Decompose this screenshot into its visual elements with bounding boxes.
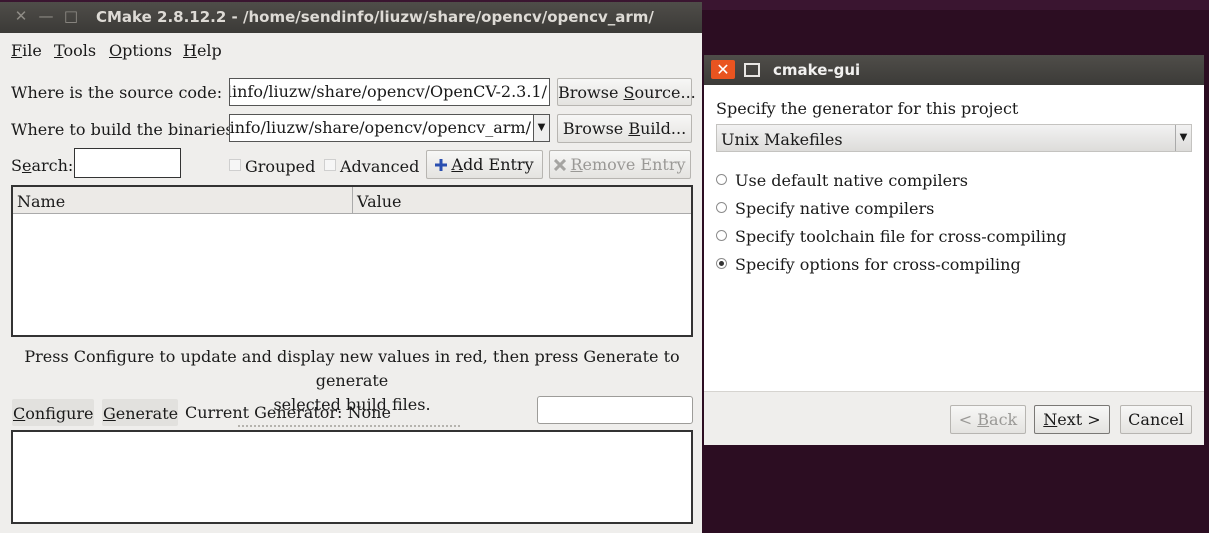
maximize-icon[interactable] [744,63,760,77]
browse-source-button[interactable]: Browse Source... [557,78,696,106]
source-label: Where is the source code: [11,83,223,102]
menu-options[interactable]: Options [109,41,172,60]
maximize-icon[interactable]: □ [63,8,79,24]
main-titlebar: ✕ — □ CMake 2.8.12.2 - /home/sendinfo/li… [0,2,702,33]
chevron-down-icon[interactable]: ▼ [533,114,550,142]
search-input[interactable] [74,148,181,178]
column-header-name[interactable]: Name [13,187,353,214]
add-entry-button[interactable]: Add Entry [426,150,543,179]
close-icon[interactable]: ✕ [711,60,735,79]
output-log[interactable] [11,430,693,524]
cmake-main-window: ✕ — □ CMake 2.8.12.2 - /home/sendinfo/li… [0,2,702,533]
menu-tools[interactable]: Tools [54,41,96,60]
minimize-icon[interactable]: — [38,8,54,24]
advanced-checkbox[interactable] [324,159,336,171]
remove-entry-button[interactable]: Remove Entry [549,150,691,179]
splitter-handle[interactable] [238,425,460,427]
build-path-input[interactable]: /home/sendinfo/liuzw/share/opencv/opencv… [229,114,533,142]
remove-icon [554,156,567,172]
generator-dialog: ✕ cmake-gui Specify the generator for th… [704,55,1204,445]
close-icon[interactable]: ✕ [13,8,29,24]
grouped-label: Grouped [245,157,316,176]
generator-prompt: Specify the generator for this project [716,99,1019,118]
build-label: Where to build the binaries: [11,120,240,139]
search-label: Search: [11,156,74,175]
radio-cross-compile-options[interactable]: Specify options for cross-compiling [716,255,1021,274]
dialog-titlebar: ✕ cmake-gui [704,55,1204,85]
dialog-body: Specify the generator for this project U… [704,85,1204,392]
menu-help[interactable]: Help [183,41,222,60]
advanced-label: Advanced [340,157,420,176]
menubar: File Tools Options Help [0,33,702,67]
radio-default-compilers[interactable]: Use default native compilers [716,171,968,190]
plus-icon [435,156,448,171]
window-title: CMake 2.8.12.2 - /home/sendinfo/liuzw/sh… [96,8,654,26]
configure-button[interactable]: Configure [12,399,94,426]
current-generator-label: Current Generator: None [185,403,391,422]
next-button[interactable]: Next > [1034,405,1110,434]
cache-table[interactable]: Name Value [11,185,693,337]
column-header-value[interactable]: Value [353,187,691,214]
radio-toolchain-file[interactable]: Specify toolchain file for cross-compili… [716,227,1067,246]
radio-native-compilers[interactable]: Specify native compilers [716,199,934,218]
grouped-checkbox[interactable] [229,159,241,171]
cancel-button[interactable]: Cancel [1120,405,1192,434]
generator-select[interactable]: Unix Makefiles ▼ [716,124,1192,152]
progress-bar [537,396,693,424]
menu-file[interactable]: File [11,41,42,60]
dialog-title: cmake-gui [773,61,861,79]
back-button[interactable]: < Back [950,405,1026,434]
source-path-input[interactable]: /home/sendinfo/liuzw/share/opencv/OpenCV… [229,78,550,106]
browse-build-button[interactable]: Browse Build... [557,114,692,143]
chevron-down-icon: ▼ [1175,125,1191,151]
generate-button[interactable]: Generate [102,399,178,426]
